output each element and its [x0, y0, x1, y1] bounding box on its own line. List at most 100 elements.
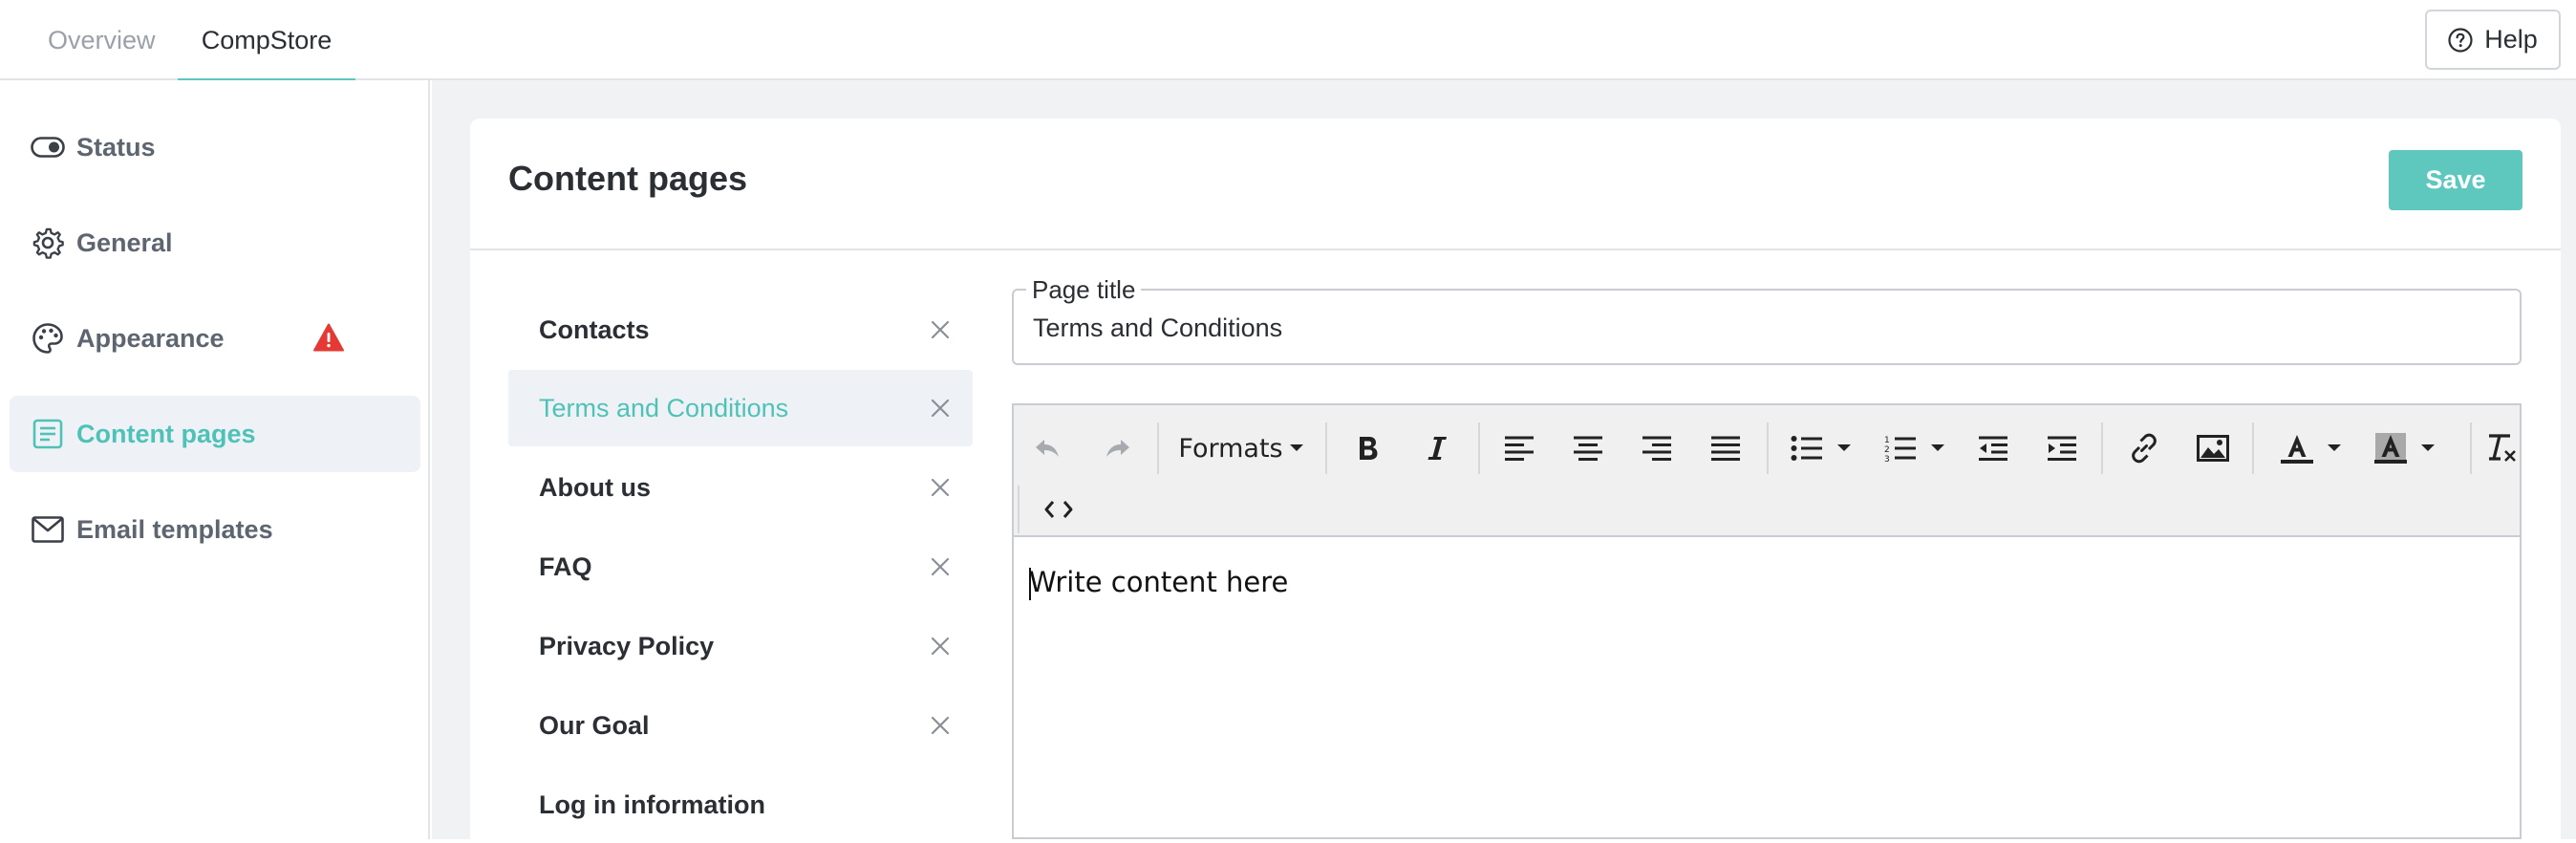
rich-text-editor: Formats 123 Write content here — [1012, 403, 2522, 839]
warning-icon — [313, 323, 344, 352]
clear-formatting-icon — [2489, 434, 2516, 462]
undo-icon — [1036, 440, 1059, 457]
page-list-item-label: About us — [539, 472, 651, 502]
page-title-input[interactable] — [1033, 313, 2466, 343]
undo-button[interactable] — [1025, 424, 1069, 472]
page-list-item-label: FAQ — [539, 551, 592, 581]
italic-icon — [1428, 437, 1447, 460]
formats-label: Formats — [1178, 433, 1283, 464]
sidebar: Status General Appearance Content pages … — [0, 80, 430, 839]
page-list-item-login-info[interactable]: Log in information — [508, 767, 973, 843]
sidebar-item-content-pages[interactable]: Content pages — [10, 396, 420, 472]
outdent-icon — [1979, 436, 2007, 461]
page-list-item-faq[interactable]: FAQ — [508, 529, 973, 605]
document-icon — [31, 417, 65, 451]
close-icon[interactable] — [929, 318, 952, 341]
link-button[interactable] — [2120, 424, 2168, 472]
editor-toolbar: Formats 123 — [1014, 405, 2520, 537]
page-list-item-label: Privacy Policy — [539, 631, 715, 660]
source-code-button[interactable] — [1035, 486, 1083, 533]
page-list-item-about[interactable]: About us — [508, 449, 973, 526]
tab-compstore[interactable]: CompStore — [178, 0, 355, 82]
sidebar-item-label: Appearance — [76, 323, 225, 353]
align-left-icon — [1505, 436, 1534, 461]
background-color-icon — [2374, 433, 2407, 464]
numbered-list-button[interactable]: 123 — [1872, 424, 1958, 472]
toolbar-separator — [1478, 422, 1480, 474]
redo-icon — [1106, 440, 1129, 457]
caret-down-icon — [1931, 444, 1944, 451]
sidebar-item-label: Status — [76, 132, 156, 162]
caret-down-icon — [2421, 444, 2435, 451]
close-icon[interactable] — [929, 714, 952, 737]
toolbar-separator — [2101, 422, 2103, 474]
bullet-list-button[interactable] — [1778, 424, 1864, 472]
align-center-button[interactable] — [1564, 424, 1612, 472]
sidebar-item-email-templates[interactable]: Email templates — [10, 491, 420, 568]
text-color-button[interactable] — [2265, 424, 2357, 472]
toggle-icon — [31, 130, 65, 164]
toolbar-separator — [1767, 422, 1769, 474]
indent-button[interactable] — [2038, 424, 2086, 472]
align-justify-button[interactable] — [1702, 424, 1750, 472]
redo-button[interactable] — [1096, 424, 1140, 472]
caret-down-icon — [1289, 444, 1303, 451]
page-list-item-label: Log in information — [539, 789, 765, 819]
numbered-list-icon: 123 — [1884, 436, 1916, 463]
tab-overview[interactable]: Overview — [48, 0, 156, 80]
card-header: Content pages Save — [470, 119, 2561, 250]
formats-dropdown[interactable]: Formats — [1174, 424, 1308, 472]
help-button[interactable]: Help — [2425, 10, 2561, 70]
page-list-item-label: Contacts — [539, 314, 650, 344]
align-left-button[interactable] — [1495, 424, 1543, 472]
close-icon[interactable] — [929, 555, 952, 578]
link-icon — [2132, 433, 2157, 464]
page-list-item-our-goal[interactable]: Our Goal — [508, 687, 973, 764]
mail-icon — [31, 512, 65, 547]
align-right-icon — [1642, 436, 1671, 461]
close-icon[interactable] — [929, 397, 952, 420]
italic-button[interactable] — [1413, 424, 1461, 472]
page-list-item-label: Our Goal — [539, 710, 650, 740]
page-list-item-privacy[interactable]: Privacy Policy — [508, 608, 973, 684]
sidebar-item-label: Email templates — [76, 514, 273, 544]
editor-content[interactable]: Write content here — [1029, 566, 1288, 598]
toolbar-separator — [2470, 422, 2472, 474]
sidebar-item-appearance[interactable]: Appearance — [10, 300, 420, 377]
align-center-icon — [1574, 436, 1602, 461]
close-icon[interactable] — [929, 635, 952, 658]
align-justify-icon — [1711, 436, 1740, 461]
page-list-item-contacts[interactable]: Contacts — [508, 292, 973, 368]
save-button[interactable]: Save — [2389, 150, 2522, 210]
sidebar-item-label: General — [76, 227, 173, 257]
bold-icon — [1360, 437, 1378, 460]
svg-text:3: 3 — [1884, 455, 1890, 463]
toolbar-separator — [1157, 422, 1159, 474]
bullet-list-icon — [1791, 436, 1822, 461]
image-button[interactable] — [2189, 424, 2237, 472]
page-list-item-terms[interactable]: Terms and Conditions — [508, 370, 973, 446]
background-color-button[interactable] — [2359, 424, 2451, 472]
toolbar-separator — [1325, 422, 1327, 474]
sidebar-item-general[interactable]: General — [10, 205, 420, 281]
caret-down-icon — [2328, 444, 2341, 451]
sidebar-item-label: Content pages — [76, 419, 256, 448]
page-list-item-label: Terms and Conditions — [539, 393, 789, 422]
outdent-button[interactable] — [1969, 424, 2017, 472]
gear-icon — [31, 226, 65, 260]
toolbar-separator — [1018, 486, 1020, 533]
bold-button[interactable] — [1344, 424, 1392, 472]
close-icon[interactable] — [929, 476, 952, 499]
sidebar-item-status[interactable]: Status — [10, 109, 420, 185]
caret-down-icon — [1837, 444, 1851, 451]
palette-icon — [31, 321, 65, 356]
code-icon — [1044, 501, 1073, 518]
page-title: Content pages — [508, 159, 748, 198]
text-color-icon — [2281, 435, 2313, 464]
image-icon — [2197, 435, 2229, 462]
toolbar-separator — [2252, 422, 2254, 474]
svg-text:2: 2 — [1884, 445, 1890, 455]
indent-icon — [2048, 436, 2076, 461]
align-right-button[interactable] — [1633, 424, 1681, 472]
clear-formatting-button[interactable] — [2481, 424, 2520, 472]
